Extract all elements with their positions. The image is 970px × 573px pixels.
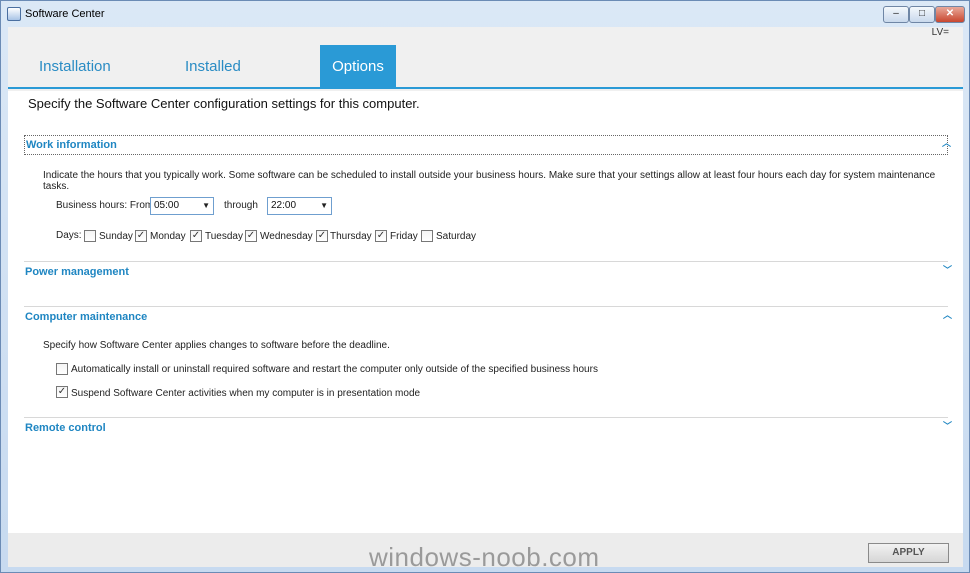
- section-remote-control[interactable]: Remote control ﹀: [24, 419, 952, 439]
- through-hour-dropdown[interactable]: 22:00 ▼: [267, 197, 332, 215]
- watermark: windows-noob.com: [369, 542, 600, 572]
- checkmark-icon: ✓: [57, 386, 67, 397]
- day-label-monday: Monday: [150, 231, 186, 242]
- business-hours-label: Business hours: From: [56, 200, 154, 211]
- install-outside-hours-label: Automatically install or uninstall requi…: [71, 364, 598, 375]
- title-bar[interactable]: Software Center – □ ✕: [1, 1, 969, 27]
- presentation-mode-label: Suspend Software Center activities when …: [71, 388, 421, 399]
- section-title: Power management: [25, 266, 129, 278]
- checkbox-thursday[interactable]: ✓: [316, 230, 328, 242]
- client-area: LV= Installation Status Installed Softwa…: [8, 27, 963, 567]
- tab-installed-software[interactable]: Installed Software: [173, 45, 305, 119]
- section-divider: [24, 417, 948, 418]
- checkmark-icon: ✓: [136, 230, 146, 241]
- section-title: Remote control: [25, 422, 106, 434]
- section-computer-maintenance[interactable]: Computer maintenance ︿: [24, 308, 952, 328]
- section-divider: [24, 261, 948, 262]
- checkbox-install-outside-hours[interactable]: [56, 363, 68, 375]
- chevron-up-icon[interactable]: ︿: [942, 136, 951, 149]
- checkbox-wednesday[interactable]: ✓: [245, 230, 257, 242]
- day-label-sunday: Sunday: [99, 231, 133, 242]
- through-hour-value: 22:00: [271, 200, 297, 211]
- dropdown-arrow-icon: ▼: [202, 201, 210, 210]
- checkmark-icon: ✓: [191, 230, 201, 241]
- section-divider: [24, 306, 948, 307]
- checkbox-friday[interactable]: ✓: [375, 230, 387, 242]
- days-label: Days:: [56, 230, 82, 241]
- checkbox-presentation-mode[interactable]: ✓: [56, 386, 68, 398]
- checkmark-icon: ✓: [317, 230, 327, 241]
- checkmark-icon: ✓: [246, 230, 256, 241]
- checkbox-saturday[interactable]: [421, 230, 433, 242]
- day-label-friday: Friday: [390, 231, 418, 242]
- day-label-tuesday: Tuesday: [205, 231, 243, 242]
- minimize-button[interactable]: –: [883, 6, 909, 23]
- from-hour-value: 05:00: [154, 200, 180, 211]
- checkbox-monday[interactable]: ✓: [135, 230, 147, 242]
- app-icon: [7, 7, 21, 21]
- maintenance-description: Specify how Software Center applies chan…: [43, 340, 390, 351]
- day-label-saturday: Saturday: [436, 231, 477, 242]
- tab-strip: Installation Status Installed Software O…: [8, 45, 963, 119]
- maximize-button[interactable]: □: [909, 6, 935, 23]
- work-description: Indicate the hours that you typically wo…: [43, 170, 936, 192]
- checkbox-sunday[interactable]: [84, 230, 96, 242]
- day-label-thursday: Thursday: [330, 231, 372, 242]
- page-intro: Specify the Software Center configuratio…: [28, 96, 420, 111]
- from-hour-dropdown[interactable]: 05:00 ▼: [150, 197, 214, 215]
- chevron-down-icon[interactable]: ﹀: [943, 419, 952, 432]
- dropdown-arrow-icon: ▼: [320, 201, 328, 210]
- tab-options[interactable]: Options: [320, 45, 396, 89]
- through-label: through: [224, 200, 258, 211]
- close-button[interactable]: ✕: [935, 6, 965, 23]
- chevron-down-icon[interactable]: ﹀: [943, 263, 952, 276]
- user-badge: LV=: [931, 27, 949, 38]
- checkbox-tuesday[interactable]: ✓: [190, 230, 202, 242]
- apply-button[interactable]: APPLY: [868, 543, 949, 563]
- options-panel: Specify the Software Center configuratio…: [8, 91, 963, 533]
- software-center-window: Software Center – □ ✕ LV= Installation S…: [0, 0, 970, 573]
- section-title: Computer maintenance: [25, 311, 148, 323]
- day-label-wednesday: Wednesday: [260, 231, 313, 242]
- section-work-information[interactable]: Work information ︿: [24, 135, 951, 155]
- window-title: Software Center: [25, 8, 105, 20]
- section-title: Work information: [26, 139, 117, 151]
- checkmark-icon: ✓: [376, 230, 386, 241]
- tab-installation-status[interactable]: Installation Status: [27, 45, 159, 119]
- chevron-up-icon[interactable]: ︿: [943, 308, 952, 321]
- section-power-management[interactable]: Power management ﹀: [24, 263, 952, 283]
